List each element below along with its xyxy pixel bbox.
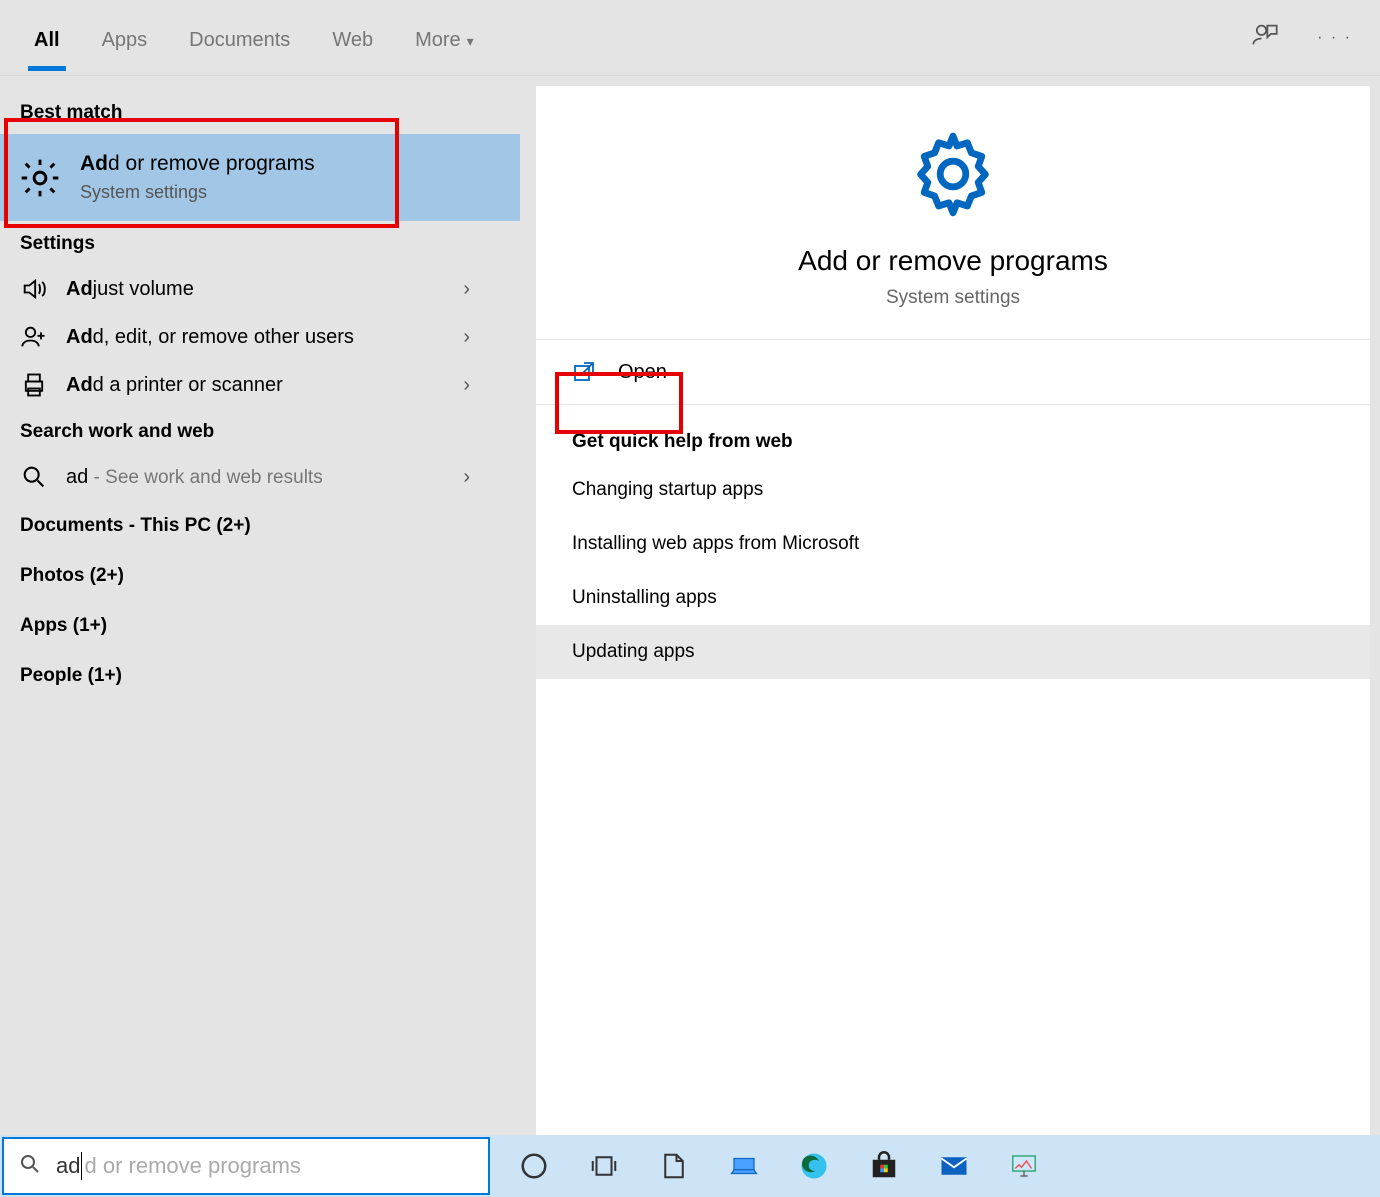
group-photos[interactable]: Photos (2+) (0, 551, 520, 601)
gear-icon (18, 156, 62, 200)
taskbar-search-input[interactable]: add or remove programs (2, 1137, 490, 1195)
chevron-right-icon: › (463, 374, 500, 397)
chevron-right-icon: › (463, 278, 500, 301)
quick-item-startup[interactable]: Changing startup apps (536, 463, 1370, 517)
group-people[interactable]: People (1+) (0, 651, 520, 701)
search-icon (18, 1152, 56, 1181)
settings-result-adjust-volume[interactable]: Adjust volume › (0, 265, 520, 313)
search-typed-text: ad (56, 1153, 80, 1179)
section-settings: Settings (0, 221, 520, 265)
libreoffice-icon[interactable] (656, 1148, 692, 1184)
best-match-title: Add or remove programs (80, 152, 315, 176)
search-icon (20, 463, 48, 491)
monitor-icon[interactable] (1006, 1148, 1042, 1184)
gear-icon (905, 209, 1001, 226)
section-search-work-web: Search work and web (0, 409, 520, 453)
laptop-icon[interactable] (726, 1148, 762, 1184)
mail-icon[interactable] (936, 1148, 972, 1184)
detail-title: Add or remove programs (556, 245, 1350, 277)
taskbar: add or remove programs T (0, 1135, 1380, 1197)
open-action[interactable]: Open (536, 340, 1370, 405)
tab-web[interactable]: Web (326, 5, 379, 70)
best-match-subtitle: System settings (80, 182, 315, 203)
section-best-match: Best match (0, 90, 520, 134)
more-options-icon[interactable]: · · · (1317, 29, 1352, 47)
store-icon[interactable] (866, 1148, 902, 1184)
quick-help-heading: Get quick help from web (536, 405, 1370, 463)
tab-more[interactable]: More▾ (409, 5, 480, 70)
edge-icon[interactable] (796, 1148, 832, 1184)
text-cursor (81, 1152, 82, 1180)
tab-apps[interactable]: Apps (96, 5, 154, 70)
quick-item-install-webapps[interactable]: Installing web apps from Microsoft (536, 517, 1370, 571)
open-icon (572, 360, 596, 384)
printer-icon (20, 371, 48, 399)
user-add-icon (20, 323, 48, 351)
detail-subtitle: System settings (556, 287, 1350, 309)
cortana-icon[interactable] (516, 1148, 552, 1184)
search-suggestion-text: d or remove programs (84, 1153, 300, 1179)
settings-result-add-printer[interactable]: Add a printer or scanner › (0, 361, 520, 409)
chevron-down-icon: ▾ (467, 33, 474, 49)
results-list: Best match Add or remove programs System… (0, 76, 520, 1135)
search-filter-tabs: All Apps Documents Web More▾ · · · (0, 0, 1380, 76)
task-view-icon[interactable] (586, 1148, 622, 1184)
group-documents[interactable]: Documents - This PC (2+) (0, 501, 520, 551)
quick-item-updating[interactable]: Updating apps (536, 625, 1370, 679)
quick-item-uninstall[interactable]: Uninstalling apps (536, 571, 1370, 625)
feedback-icon[interactable] (1251, 21, 1279, 54)
tab-documents[interactable]: Documents (183, 5, 296, 70)
chevron-right-icon: › (463, 466, 500, 489)
best-match-result[interactable]: Add or remove programs System settings (0, 134, 520, 221)
volume-icon (20, 275, 48, 303)
group-apps[interactable]: Apps (1+) (0, 601, 520, 651)
tab-all[interactable]: All (28, 5, 66, 70)
detail-pane: Add or remove programs System settings O… (520, 76, 1380, 1135)
web-search-result[interactable]: ad - See work and web results › (0, 453, 520, 501)
chevron-right-icon: › (463, 326, 500, 349)
settings-result-add-users[interactable]: Add, edit, or remove other users › (0, 313, 520, 361)
